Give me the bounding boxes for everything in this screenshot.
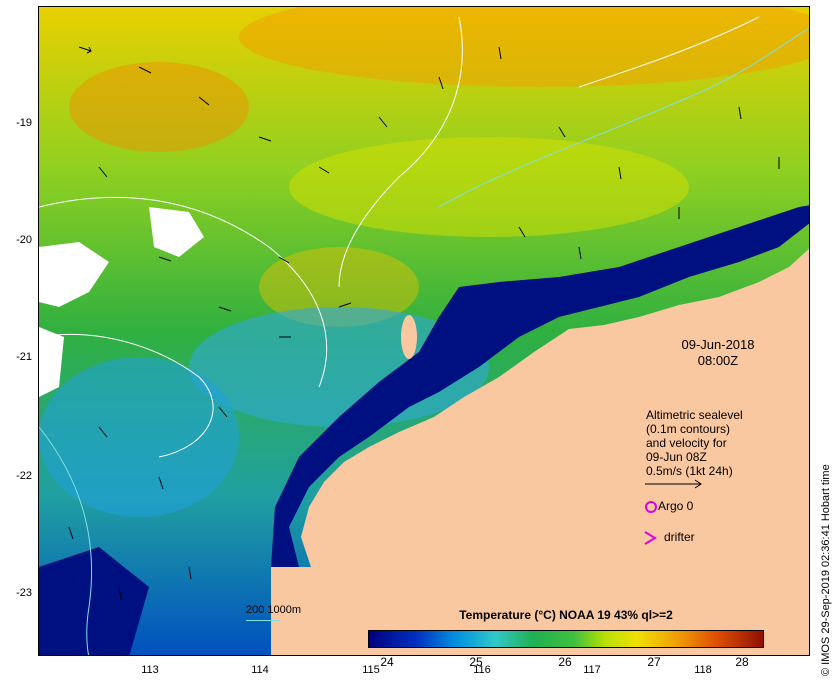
colorbar-tick: 26: [558, 655, 572, 669]
map-time: 08:00Z: [697, 353, 739, 368]
credit-text: © IMOS 29-Sep-2019 02:36:41 Hobart time: [820, 464, 832, 676]
warm-patch: [69, 62, 249, 152]
legend-line: (0.1m contours): [646, 422, 731, 436]
depth-contour-legend: 200 1000m: [246, 604, 302, 616]
colorbar-tick: 27: [647, 655, 661, 669]
colorbar-tick: 28: [735, 655, 749, 669]
colorbar-tick: 24: [380, 655, 394, 669]
drifter-label: drifter: [664, 530, 695, 544]
depth-contour-legend-line: [246, 620, 280, 621]
legend-line: and velocity for: [646, 436, 727, 450]
y-tick-label: -22: [16, 470, 32, 482]
island: [401, 315, 417, 359]
map-date: 09-Jun-2018: [681, 337, 755, 352]
x-tick-label: 114: [251, 664, 269, 676]
y-tick-label: -21: [16, 351, 32, 363]
x-tick-label: 113: [141, 664, 159, 676]
legend-line: 09-Jun 08Z: [646, 450, 707, 464]
legend-line: Altimetric sealevel: [646, 408, 743, 422]
y-tick-label: -19: [16, 117, 32, 129]
y-tick-label: -23: [16, 587, 32, 599]
cool-patch: [39, 357, 239, 517]
warm-patch: [289, 137, 689, 237]
temperature-colorbar: [368, 630, 764, 648]
colorbar-tick: 25: [469, 655, 483, 669]
argo-label: Argo 0: [658, 499, 694, 513]
sst-map: [39, 7, 809, 655]
colorbar-title: Temperature (°C) NOAA 19 43% ql>=2: [459, 608, 673, 622]
legend-line: 0.5m/s (1kt 24h): [646, 464, 733, 478]
y-tick-label: -20: [16, 234, 32, 246]
map-frame: [38, 6, 810, 656]
legend: Altimetric sealevel (0.1m contours) and …: [646, 408, 743, 478]
map-date-time: 09-Jun-2018 08:00Z: [668, 337, 768, 369]
x-tick-label: 118: [694, 664, 712, 676]
